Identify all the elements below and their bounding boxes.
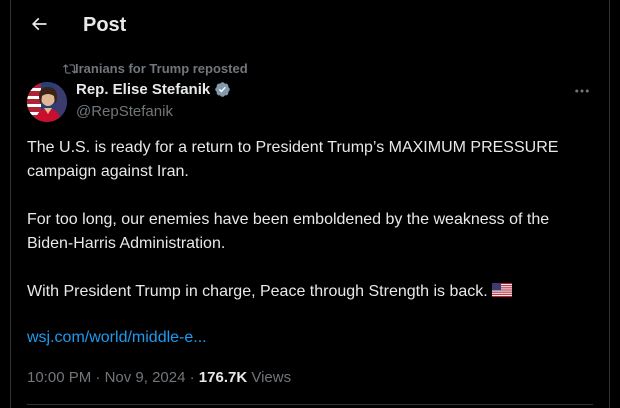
- post-paragraph: For too long, our enemies have been embo…: [27, 211, 550, 252]
- post-text: The U.S. is ready for a return to Presid…: [27, 136, 597, 328]
- post-paragraph: The U.S. is ready for a return to Presid…: [27, 139, 559, 180]
- meta-separator: ·: [189, 369, 195, 386]
- avatar-image: [27, 82, 67, 122]
- page-header: Post: [11, 0, 609, 54]
- divider: [27, 404, 593, 405]
- post-paragraph: With President Trump in charge, Peace th…: [27, 280, 597, 304]
- more-options-button[interactable]: [571, 82, 593, 100]
- avatar[interactable]: [27, 82, 67, 122]
- more-dots-icon: [575, 89, 589, 93]
- views-count: 176.7K: [198, 369, 248, 386]
- arrow-left-icon: [31, 17, 47, 31]
- post-date[interactable]: Nov 9, 2024: [105, 369, 186, 386]
- views-label: Views: [251, 369, 292, 386]
- verified-badge-icon: [215, 82, 230, 97]
- post-meta: 10:00 PM · Nov 9, 2024 · 176.7K Views: [27, 369, 291, 386]
- page-title: Post: [83, 14, 127, 36]
- author-name[interactable]: Rep. Elise Stefanik: [76, 81, 210, 98]
- post-container: Post Iranians for Trump reposted Rep. El…: [10, 0, 610, 408]
- article-link[interactable]: wsj.com/world/middle-e...: [27, 329, 207, 347]
- meta-separator: ·: [95, 369, 101, 386]
- author-name-row[interactable]: Rep. Elise Stefanik: [76, 81, 231, 98]
- back-button[interactable]: [27, 12, 51, 36]
- post-paragraph-text: With President Trump in charge, Peace th…: [27, 283, 488, 300]
- repost-label[interactable]: Iranians for Trump reposted: [75, 61, 248, 76]
- post-time[interactable]: 10:00 PM: [27, 369, 91, 386]
- author-handle[interactable]: @RepStefanik: [76, 103, 173, 120]
- us-flag-icon: [491, 283, 512, 297]
